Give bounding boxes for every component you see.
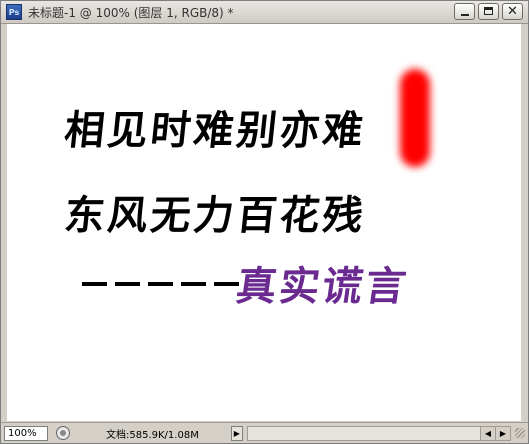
maximize-button[interactable] <box>478 3 499 20</box>
scroll-left-button[interactable]: ◀ <box>480 426 495 440</box>
photoshop-app-icon: Ps <box>6 4 22 20</box>
image-canvas[interactable]: 相见时难别亦难 东风无力百花残 真实谎言 <box>7 24 521 421</box>
dash-mark <box>115 282 140 286</box>
resize-grip-icon[interactable] <box>515 428 525 438</box>
zoom-level-field[interactable]: 100% <box>4 425 48 441</box>
document-size-info: 文档:585.9K/1.08M <box>106 429 199 441</box>
dash-mark <box>181 282 206 286</box>
minimize-button[interactable] <box>454 3 475 20</box>
window-controls: ✕ <box>454 3 523 20</box>
attribution-dashes <box>82 282 239 286</box>
document-title: 未标题-1 @ 100% (图层 1, RGB/8) * <box>28 5 234 20</box>
minimize-icon <box>461 14 469 16</box>
red-brush-stroke <box>400 69 430 167</box>
close-icon: ✕ <box>507 4 518 19</box>
status-info-icon[interactable] <box>56 426 70 440</box>
canvas-right-edge <box>522 24 528 422</box>
status-menu-arrow-button[interactable]: ▶ <box>230 425 243 441</box>
poem-line-1: 相见时难别亦难 <box>62 107 369 154</box>
document-window: Ps 未标题-1 @ 100% (图层 1, RGB/8) * ✕ 相见时难别亦… <box>0 0 529 444</box>
scroll-right-button[interactable]: ▶ <box>495 426 510 440</box>
status-bar: 100% 文档:585.9K/1.08M ▶ ◀ ▶ <box>1 422 528 443</box>
maximize-icon <box>484 7 493 15</box>
dash-mark <box>214 282 239 286</box>
attribution-text: 真实谎言 <box>233 263 412 310</box>
poem-line-2: 东风无力百花残 <box>62 192 369 239</box>
dash-mark <box>148 282 173 286</box>
horizontal-scrollbar[interactable]: ◀ ▶ <box>246 425 511 441</box>
title-bar[interactable]: Ps 未标题-1 @ 100% (图层 1, RGB/8) * ✕ <box>1 1 528 24</box>
close-button[interactable]: ✕ <box>502 3 523 20</box>
dash-mark <box>82 282 107 286</box>
